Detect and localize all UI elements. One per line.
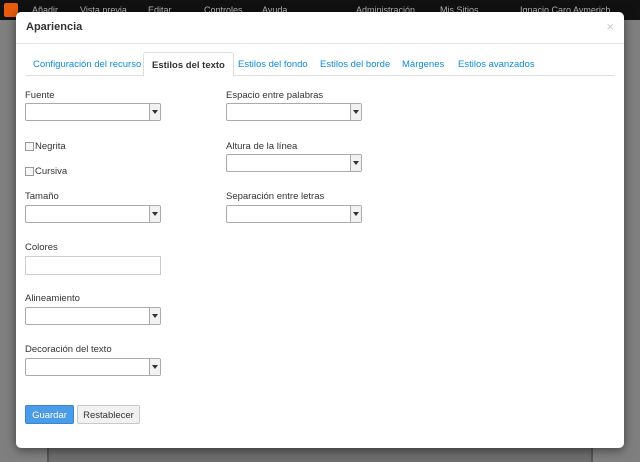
italic-checkbox[interactable] [25,167,34,176]
colors-input[interactable] [25,256,161,275]
colors-label: Colores [25,242,58,253]
reset-button[interactable]: Restablecer [77,405,140,424]
chevron-down-icon [149,359,160,375]
alignment-label: Alineamiento [25,293,80,304]
line-height-label: Altura de la línea [226,141,298,152]
dialog-header: Apariencia × [16,12,624,44]
line-height-select[interactable] [226,154,362,172]
chevron-down-icon [149,104,160,120]
save-button[interactable]: Guardar [25,405,74,424]
word-spacing-label: Espacio entre palabras [226,90,324,101]
chevron-down-icon [149,308,160,324]
tab-margins[interactable]: Márgenes [402,52,444,76]
chevron-down-icon [350,104,361,120]
tab-advanced-styles[interactable]: Estilos avanzados [458,52,535,76]
tab-resource-config[interactable]: Configuración del recurso [33,52,141,76]
bold-checkbox[interactable] [25,142,34,151]
size-select[interactable] [25,205,161,223]
size-label: Tamaño [25,191,59,202]
font-select[interactable] [25,103,161,121]
close-icon[interactable]: × [606,20,614,33]
chevron-down-icon [149,206,160,222]
alignment-select[interactable] [25,307,161,325]
letter-spacing-select[interactable] [226,205,362,223]
decoration-label: Decoración del texto [25,344,112,355]
chevron-down-icon [350,155,361,171]
bold-label: Negrita [35,141,66,152]
chevron-down-icon [350,206,361,222]
dialog-title: Apariencia [26,21,83,33]
letter-spacing-label: Separación entre letras [226,191,325,202]
tab-background-styles[interactable]: Estilos del fondo [238,52,308,76]
appearance-dialog: Apariencia × Configuración del recurso E… [16,12,624,448]
tab-text-styles[interactable]: Estilos del texto [143,52,234,77]
decoration-select[interactable] [25,358,161,376]
word-spacing-select[interactable] [226,103,362,121]
tab-bar: Configuración del recurso Estilos del te… [26,52,615,77]
tab-border-styles[interactable]: Estilos del borde [320,52,390,76]
italic-label: Cursiva [35,166,68,177]
font-label: Fuente [25,90,55,101]
